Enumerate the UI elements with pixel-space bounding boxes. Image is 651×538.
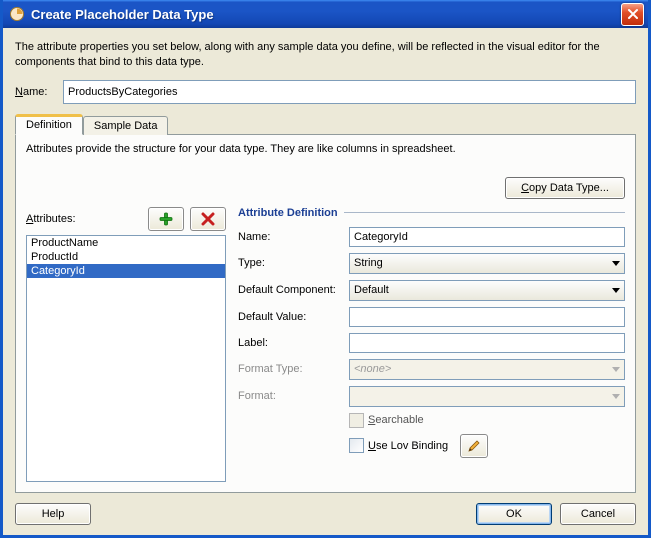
tab-description: Attributes provide the structure for you… bbox=[26, 143, 625, 155]
x-icon bbox=[201, 212, 215, 226]
attributes-header: Attributes: bbox=[26, 207, 226, 231]
plus-icon bbox=[159, 212, 173, 226]
definition-form: Name: Type: String Default Component: De… bbox=[238, 227, 625, 458]
format-type-label: Format Type: bbox=[238, 363, 343, 375]
attributes-label: Attributes: bbox=[26, 213, 76, 225]
close-button[interactable] bbox=[621, 3, 644, 26]
attribute-definition-heading: Attribute Definition bbox=[238, 207, 625, 219]
ok-button[interactable]: OK bbox=[476, 503, 552, 525]
label-label: Label: bbox=[238, 337, 343, 349]
dialog-window: Create Placeholder Data Type The attribu… bbox=[0, 0, 651, 538]
list-item[interactable]: ProductName bbox=[27, 236, 225, 250]
edit-lov-button[interactable] bbox=[460, 434, 488, 458]
name-input[interactable] bbox=[63, 80, 636, 104]
help-button[interactable]: Help bbox=[15, 503, 91, 525]
cancel-button[interactable]: Cancel bbox=[560, 503, 636, 525]
default-component-label: Default Component: bbox=[238, 284, 343, 296]
two-column-area: Attributes: bbox=[26, 207, 625, 482]
chevron-down-icon bbox=[612, 394, 620, 399]
default-component-dropdown[interactable]: Default bbox=[349, 280, 625, 301]
copy-data-type-button[interactable]: Copy Data Type... bbox=[505, 177, 625, 199]
searchable-label: Searchable bbox=[368, 414, 424, 426]
window-title: Create Placeholder Data Type bbox=[31, 7, 621, 22]
attr-name-input[interactable] bbox=[349, 227, 625, 247]
chevron-down-icon bbox=[612, 261, 620, 266]
tab-strip: Definition Sample Data bbox=[15, 114, 636, 135]
client-area: The attribute properties you set below, … bbox=[3, 28, 648, 535]
attr-type-label: Type: bbox=[238, 257, 343, 269]
pencil-icon bbox=[467, 439, 481, 453]
chevron-down-icon bbox=[612, 367, 620, 372]
name-label: Name: bbox=[15, 86, 63, 98]
lov-binding-checkbox[interactable] bbox=[349, 438, 364, 453]
lov-binding-label: Use Lov Binding bbox=[368, 440, 448, 452]
add-attribute-button[interactable] bbox=[148, 207, 184, 231]
close-icon bbox=[627, 8, 639, 20]
format-label: Format: bbox=[238, 390, 343, 402]
attributes-list[interactable]: ProductName ProductId CategoryId bbox=[26, 235, 226, 482]
default-value-input[interactable] bbox=[349, 307, 625, 327]
name-row: Name: bbox=[15, 80, 636, 104]
list-item[interactable]: CategoryId bbox=[27, 264, 225, 278]
format-dropdown bbox=[349, 386, 625, 407]
app-icon bbox=[9, 6, 25, 22]
attr-type-dropdown[interactable]: String bbox=[349, 253, 625, 274]
attributes-column: Attributes: bbox=[26, 207, 226, 482]
definition-column: Attribute Definition Name: Type: String … bbox=[238, 207, 625, 482]
default-value-label: Default Value: bbox=[238, 311, 343, 323]
title-bar: Create Placeholder Data Type bbox=[3, 0, 648, 28]
tab-panel-definition: Attributes provide the structure for you… bbox=[15, 134, 636, 493]
attr-type-value: String bbox=[354, 257, 383, 269]
chevron-down-icon bbox=[612, 288, 620, 293]
copy-row: Copy Data Type... bbox=[26, 177, 625, 199]
searchable-row: Searchable bbox=[349, 413, 625, 428]
label-input[interactable] bbox=[349, 333, 625, 353]
list-item[interactable]: ProductId bbox=[27, 250, 225, 264]
default-component-value: Default bbox=[354, 284, 389, 296]
dialog-footer: Help OK Cancel bbox=[15, 493, 636, 525]
attr-name-label: Name: bbox=[238, 231, 343, 243]
format-type-dropdown: <none> bbox=[349, 359, 625, 380]
tab-sample-data[interactable]: Sample Data bbox=[83, 116, 169, 135]
format-type-value: <none> bbox=[354, 363, 391, 375]
lov-binding-row: Use Lov Binding bbox=[349, 434, 625, 458]
remove-attribute-button[interactable] bbox=[190, 207, 226, 231]
searchable-checkbox bbox=[349, 413, 364, 428]
intro-text: The attribute properties you set below, … bbox=[15, 40, 636, 70]
tab-definition[interactable]: Definition bbox=[15, 114, 83, 135]
